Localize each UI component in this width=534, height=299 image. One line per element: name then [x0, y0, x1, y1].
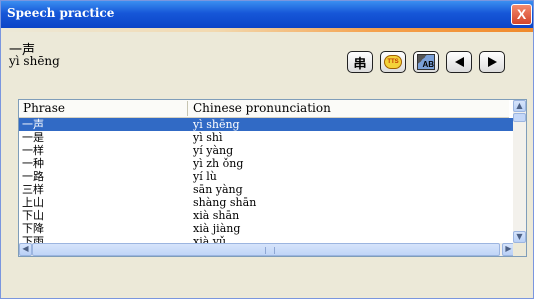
column-divider[interactable]	[187, 101, 188, 116]
pronunciation-cell: xià jiàng	[193, 222, 241, 235]
scroll-grip-icon	[265, 247, 275, 254]
pronunciation-cell: sān yàng	[193, 183, 243, 196]
phrase-cell: 一样	[22, 144, 44, 157]
dictionary-button[interactable]: AB	[413, 51, 439, 73]
pronunciation-cell: xià shān	[193, 209, 240, 222]
pronunciation-cell: yí yàng	[193, 144, 234, 157]
speech-practice-window: Speech practice X 一声 yì shēng 串 TTS AB P…	[0, 0, 534, 299]
title-bar[interactable]: Speech practice X	[1, 1, 533, 28]
pronunciation-cell: yì zh ǒng	[193, 157, 244, 170]
table-row[interactable]: 三样 sān yàng	[19, 183, 516, 196]
horizontal-scrollbar[interactable]: ◀ ▶	[19, 243, 515, 256]
phrase-cell: 三样	[22, 183, 44, 196]
phrase-cell: 下降	[22, 222, 44, 235]
horizontal-scroll-thumb[interactable]	[32, 243, 500, 256]
toolbar: 串 TTS AB	[347, 51, 505, 73]
next-arrow-icon	[487, 57, 497, 67]
close-button[interactable]: X	[511, 4, 532, 25]
table-row[interactable]: 一是 yì shì	[19, 131, 516, 144]
phrase-cell: 下山	[22, 209, 44, 222]
dictionary-icon: AB	[417, 54, 435, 70]
table-row[interactable]: 一声 yì shēng	[19, 118, 516, 131]
vertical-scroll-thumb[interactable]	[513, 113, 526, 122]
table-body: 一声 yì shēng 一是 yì shì 一样 yí yàng 一种 yì zh ǒng 一路…	[19, 118, 516, 245]
accent-bar	[1, 28, 533, 32]
table-row[interactable]: 上山 shàng shān	[19, 196, 516, 209]
window-title: Speech practice	[7, 6, 115, 20]
pronunciation-cell: yì shì	[193, 131, 223, 144]
table-header: Phrase Chinese pronunciation	[19, 100, 509, 118]
table-row[interactable]: 下山 xià shān	[19, 209, 516, 222]
scroll-down-arrow-icon[interactable]: ▼	[513, 231, 526, 243]
column-header-phrase[interactable]: Phrase	[23, 101, 65, 115]
tts-icon: TTS	[384, 55, 402, 69]
tts-button[interactable]: TTS	[380, 51, 406, 73]
phrase-cell: 一路	[22, 170, 44, 183]
pronunciation-cell: yì shēng	[193, 118, 240, 131]
character-button[interactable]: 串	[347, 51, 373, 73]
previous-button[interactable]	[446, 51, 472, 73]
phrase-cell: 上山	[22, 196, 44, 209]
next-button[interactable]	[479, 51, 505, 73]
phrase-cell: 一种	[22, 157, 44, 170]
character-icon: 串	[353, 56, 367, 72]
table-row[interactable]: 一种 yì zh ǒng	[19, 157, 516, 170]
pronunciation-cell: yí lù	[193, 170, 217, 183]
scrollbar-corner	[513, 243, 526, 256]
scroll-up-arrow-icon[interactable]: ▲	[513, 100, 526, 112]
table-row[interactable]: 一路 yí lù	[19, 170, 516, 183]
vertical-scrollbar[interactable]: ▲ ▼	[513, 100, 526, 243]
table-row[interactable]: 一样 yí yàng	[19, 144, 516, 157]
column-header-pronunciation[interactable]: Chinese pronunciation	[193, 101, 331, 115]
scroll-left-arrow-icon[interactable]: ◀	[19, 243, 32, 256]
previous-arrow-icon	[454, 57, 464, 67]
phrase-table: Phrase Chinese pronunciation 一声 yì shēng 一…	[18, 99, 527, 257]
pronunciation-cell: shàng shān	[193, 196, 257, 209]
table-row[interactable]: 下降 xià jiàng	[19, 222, 516, 235]
current-pinyin: yì shēng	[9, 54, 60, 68]
phrase-cell: 一是	[22, 131, 44, 144]
phrase-cell: 一声	[22, 118, 44, 131]
